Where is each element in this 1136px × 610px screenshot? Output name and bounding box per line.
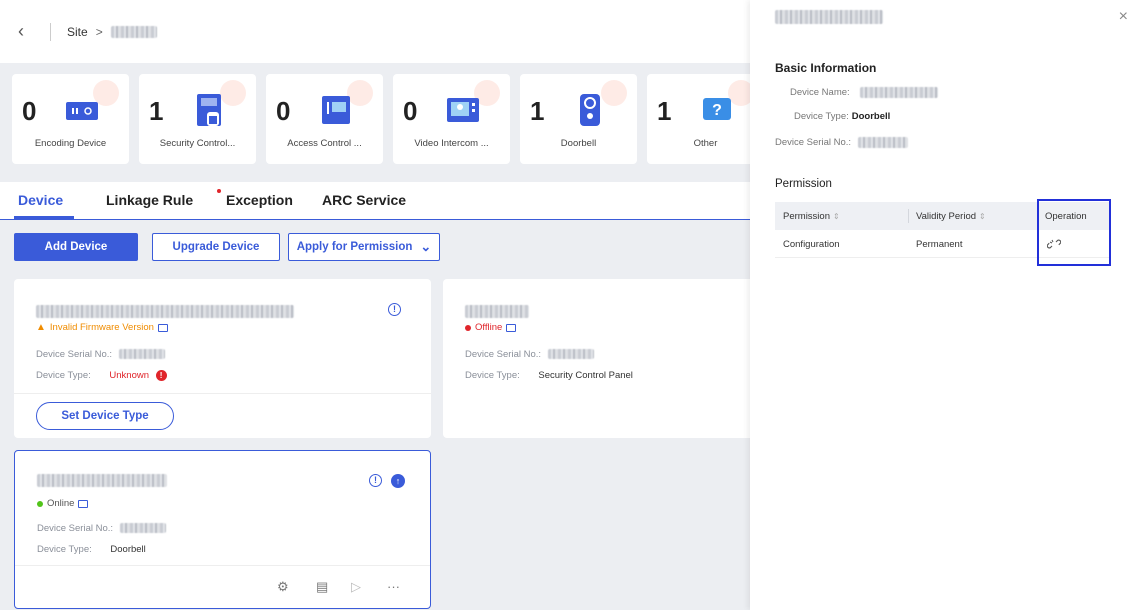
encoder-icon (66, 102, 98, 120)
device-name-redacted (37, 474, 167, 487)
access-control-icon (322, 96, 350, 124)
cell-permission: Configuration (783, 239, 840, 250)
exception-badge-dot (217, 189, 221, 193)
monitor-icon (78, 499, 89, 508)
log-icon[interactable]: ▤ (316, 579, 328, 595)
error-icon: ! (155, 370, 167, 381)
offline-dot (465, 324, 471, 331)
gear-icon[interactable]: ⚙ (277, 579, 289, 595)
permission-title: Permission (775, 178, 832, 190)
upgrade-icon[interactable]: ↑ (391, 474, 405, 488)
device-category-cards: 0 Encoding Device 1 Security Control... … (12, 74, 760, 164)
stat-count: 1 (530, 96, 545, 126)
stat-count: 0 (403, 96, 418, 126)
divider (50, 22, 51, 41)
type-row: Device Type: Security Control Panel (465, 370, 633, 381)
back-icon[interactable]: ‹ (18, 21, 38, 42)
stat-label: Access Control ... (287, 138, 362, 149)
tab-exception[interactable]: Exception (226, 192, 293, 208)
breadcrumb-site[interactable]: Site (67, 25, 88, 39)
tab-device[interactable]: Device (18, 192, 63, 208)
device-name-redacted (36, 305, 294, 318)
device-card[interactable]: ! ▲ Invalid Firmware Version Device Seri… (14, 279, 431, 438)
upgrade-device-button[interactable]: Upgrade Device (152, 233, 280, 261)
more-icon[interactable]: ··· (387, 579, 400, 594)
stat-label: Encoding Device (34, 138, 107, 149)
add-device-button[interactable]: Add Device (14, 233, 138, 261)
panel-title-redacted (775, 10, 883, 24)
svg-text:?: ? (712, 102, 722, 119)
serial-row: Device Serial No.: (465, 349, 594, 360)
device-status: Offline (465, 322, 517, 333)
stat-label: Other (693, 138, 718, 149)
stat-card-access-control[interactable]: 0 Access Control ... (266, 74, 383, 164)
stat-count: 0 (22, 96, 37, 126)
device-detail-panel: × Basic Information Device Name: Device … (750, 0, 1136, 610)
serial-redacted (547, 349, 594, 360)
stat-label: Security Control... (159, 138, 236, 149)
online-dot (37, 500, 43, 507)
info-icon[interactable]: ! (369, 474, 382, 487)
video-icon[interactable]: ▷ (351, 579, 361, 595)
stat-label: Video Intercom ... (414, 138, 489, 149)
cell-validity: Permanent (916, 239, 963, 250)
device-status: ▲ Invalid Firmware Version (36, 322, 168, 333)
stat-card-security-control[interactable]: 1 Security Control... (139, 74, 256, 164)
tab-linkage-rule[interactable]: Linkage Rule (106, 192, 193, 208)
stat-label: Doorbell (560, 138, 597, 149)
stat-card-video-intercom[interactable]: 0 Video Intercom ... (393, 74, 510, 164)
close-icon[interactable]: × (1119, 8, 1128, 26)
serial-row: Device Serial No.: (37, 523, 166, 534)
device-card-selected[interactable]: ! ↑ Online Device Serial No.: Device Typ… (14, 450, 431, 609)
question-icon: ? (703, 98, 731, 120)
serial-row: Device Serial No.: (36, 349, 165, 360)
chevron-down-icon: ⌄ (420, 239, 432, 254)
warning-icon: ▲ (36, 322, 46, 333)
col-validity[interactable]: Validity Period ⇕ (916, 211, 986, 222)
serial-redacted (119, 523, 166, 534)
device-card[interactable]: Offline Device Serial No.: Device Type: … (443, 279, 760, 438)
type-row: Device Type: Doorbell (37, 544, 146, 555)
device-name-row: Device Name: (790, 87, 939, 98)
serial-row: Device Serial No.: (775, 137, 908, 148)
stat-card-other[interactable]: 1 ? Other (647, 74, 760, 164)
top-bar: ‹ Site > (0, 0, 760, 63)
stat-count: 0 (276, 96, 291, 126)
device-type-row: Device Type: Doorbell (794, 111, 891, 122)
stat-card-doorbell[interactable]: 1 Doorbell (520, 74, 637, 164)
stat-count: 1 (657, 96, 672, 126)
tab-arc-service[interactable]: ARC Service (322, 192, 406, 208)
serial-redacted (118, 349, 165, 360)
serial-redacted (857, 137, 908, 148)
monitor-icon (506, 323, 517, 332)
video-intercom-icon (447, 98, 479, 122)
stat-card-encoding[interactable]: 0 Encoding Device (12, 74, 129, 164)
tab-bar: Device Linkage Rule Exception ARC Servic… (0, 182, 760, 220)
set-device-type-button[interactable]: Set Device Type (36, 402, 174, 430)
operation-highlight-box (1037, 199, 1111, 266)
basic-info-title: Basic Information (775, 61, 877, 75)
device-name-redacted (465, 305, 529, 318)
stat-count: 1 (149, 96, 164, 126)
device-name-redacted (860, 87, 939, 98)
apply-permission-dropdown[interactable]: Apply for Permission ⌄ (288, 233, 440, 261)
info-icon[interactable]: ! (388, 303, 401, 316)
device-status: Online (37, 498, 89, 509)
control-panel-icon (197, 94, 221, 126)
apply-permission-label: Apply for Permission (296, 241, 413, 253)
breadcrumb-site-name-redacted (110, 25, 157, 38)
col-permission[interactable]: Permission ⇕ (783, 211, 840, 222)
monitor-icon (157, 323, 168, 332)
active-tab-indicator (14, 216, 74, 219)
breadcrumb-arrow: > (95, 24, 103, 39)
doorbell-icon (580, 94, 600, 126)
type-row: Device Type: Unknown ! (36, 370, 167, 381)
